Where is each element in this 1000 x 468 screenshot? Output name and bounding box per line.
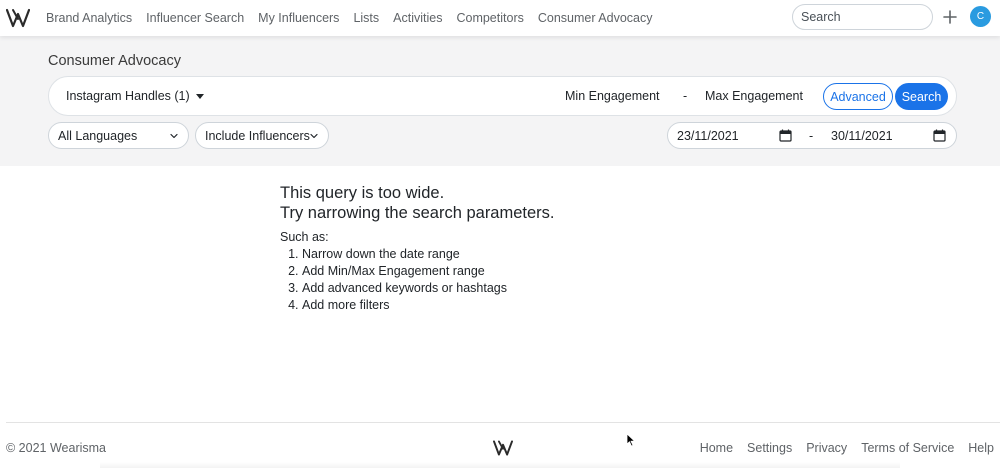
- message-heading-line2: Try narrowing the search parameters.: [280, 204, 555, 222]
- wearisma-logo-icon[interactable]: [6, 7, 30, 29]
- influencer-select[interactable]: Include Influencers: [195, 122, 329, 149]
- footer-link-terms[interactable]: Terms of Service: [861, 441, 954, 455]
- engagement-range-dash: -: [683, 89, 688, 103]
- nav-my-influencers[interactable]: My Influencers: [258, 11, 339, 25]
- date-range-dash: -: [809, 129, 814, 143]
- query-too-wide-message: This query is too wide. Try narrowing th…: [280, 183, 555, 314]
- list-item: Add advanced keywords or hashtags: [302, 280, 555, 297]
- nav-consumer-advocacy[interactable]: Consumer Advocacy: [538, 11, 653, 25]
- footer-link-privacy[interactable]: Privacy: [806, 441, 847, 455]
- min-engagement-field[interactable]: Min Engagement: [565, 89, 660, 103]
- nav-brand-analytics[interactable]: Brand Analytics: [46, 11, 132, 25]
- date-range-picker: 23/11/2021 - 30/11/2021: [667, 122, 957, 149]
- global-search-input[interactable]: [792, 4, 933, 30]
- influencer-select-value: Include Influencers: [205, 128, 310, 143]
- nav-influencer-search[interactable]: Influencer Search: [146, 11, 244, 25]
- date-to-input[interactable]: 30/11/2021: [831, 129, 893, 143]
- calendar-icon[interactable]: [779, 129, 792, 142]
- plus-icon[interactable]: [940, 7, 960, 27]
- footer-divider: [6, 422, 1000, 423]
- chevron-down-icon: [310, 133, 318, 139]
- nav-links: Brand Analytics Influencer Search My Inf…: [46, 0, 667, 36]
- caret-down-icon: [195, 93, 204, 99]
- nav-activities[interactable]: Activities: [393, 11, 442, 25]
- query-bar: Instagram Handles (1) Min Engagement - M…: [48, 76, 957, 116]
- instagram-handles-dropdown[interactable]: Instagram Handles (1): [66, 89, 204, 103]
- top-navbar: Brand Analytics Influencer Search My Inf…: [0, 0, 1000, 36]
- wearisma-logo-icon[interactable]: [493, 439, 513, 457]
- nav-lists[interactable]: Lists: [353, 11, 379, 25]
- calendar-icon[interactable]: [933, 129, 946, 142]
- footer-link-home[interactable]: Home: [700, 441, 733, 455]
- footer-link-settings[interactable]: Settings: [747, 441, 792, 455]
- footer-links: Home Settings Privacy Terms of Service H…: [686, 441, 994, 455]
- filter-panel: Consumer Advocacy Instagram Handles (1) …: [0, 36, 1000, 166]
- nav-competitors[interactable]: Competitors: [456, 11, 523, 25]
- message-such-as: Such as:: [280, 230, 329, 244]
- language-select-value: All Languages: [58, 128, 138, 143]
- advanced-button[interactable]: Advanced: [823, 83, 893, 110]
- date-from-input[interactable]: 23/11/2021: [677, 129, 739, 143]
- footer-shadow: [100, 462, 900, 468]
- suggestion-list: Narrow down the date range Add Min/Max E…: [280, 246, 555, 314]
- handles-label: Instagram Handles (1): [66, 89, 190, 103]
- max-engagement-field[interactable]: Max Engagement: [705, 89, 803, 103]
- user-avatar[interactable]: C: [970, 6, 991, 27]
- list-item: Add more filters: [302, 297, 555, 314]
- footer-link-help[interactable]: Help: [968, 441, 994, 455]
- page-title: Consumer Advocacy: [48, 53, 181, 69]
- copyright-text: © 2021 Wearisma: [6, 441, 106, 455]
- mouse-cursor-icon: [626, 433, 636, 447]
- list-item: Narrow down the date range: [302, 246, 555, 263]
- list-item: Add Min/Max Engagement range: [302, 263, 555, 280]
- message-heading-line1: This query is too wide.: [280, 184, 445, 202]
- chevron-down-icon: [170, 133, 178, 139]
- search-button[interactable]: Search: [895, 83, 948, 110]
- language-select[interactable]: All Languages: [48, 122, 189, 149]
